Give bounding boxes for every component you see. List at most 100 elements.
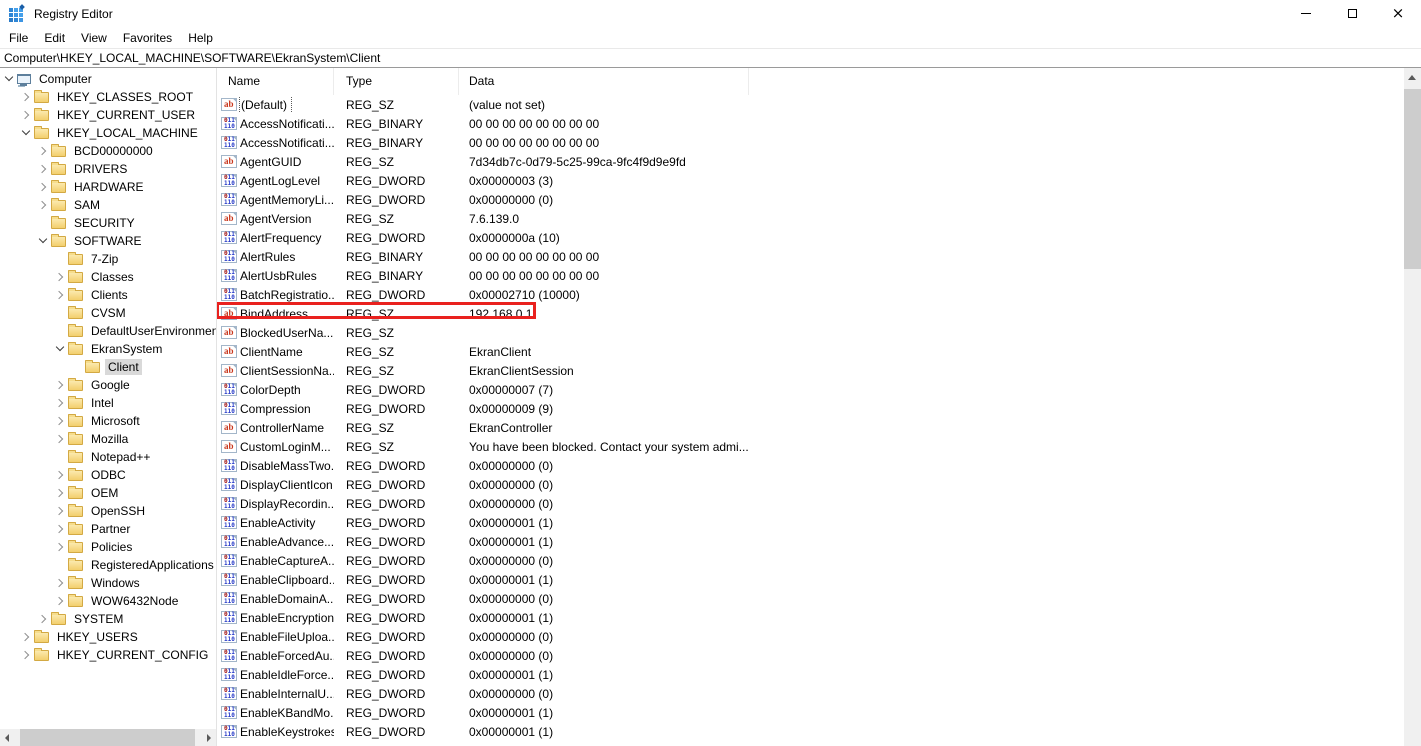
value-row[interactable]: BindAddress REG_SZ 192.168.0.1 (217, 304, 1404, 323)
tree-item[interactable]: Notepad++ (0, 448, 216, 466)
expand-chevron-icon[interactable] (3, 73, 15, 85)
value-row[interactable]: 0 EnableDomainA... REG_DWORD 0x00000000 … (217, 589, 1404, 608)
scroll-up-arrow-icon[interactable] (1404, 68, 1421, 86)
tree-item[interactable]: BCD00000000 (0, 142, 216, 160)
vscroll-thumb[interactable] (1404, 89, 1421, 269)
value-row[interactable]: 0 ColorDepth REG_DWORD 0x00000007 (7) (217, 380, 1404, 399)
expand-chevron-icon[interactable] (20, 109, 32, 121)
menu-favorites[interactable]: Favorites (115, 29, 180, 47)
expand-chevron-icon[interactable] (54, 451, 66, 463)
expand-chevron-icon[interactable] (54, 343, 66, 355)
expand-chevron-icon[interactable] (54, 253, 66, 265)
value-row[interactable]: 0 EnableClipboard... REG_DWORD 0x0000000… (217, 570, 1404, 589)
tree-item[interactable]: Partner (0, 520, 216, 538)
tree-item[interactable]: Mozilla (0, 430, 216, 448)
tree-horizontal-scrollbar[interactable] (0, 729, 216, 746)
value-row[interactable]: ControllerName REG_SZ EkranController (217, 418, 1404, 437)
menu-help[interactable]: Help (180, 29, 221, 47)
expand-chevron-icon[interactable] (54, 541, 66, 553)
value-row[interactable]: 0 EnableKeystrokes REG_DWORD 0x00000001 … (217, 722, 1404, 741)
menu-view[interactable]: View (73, 29, 115, 47)
expand-chevron-icon[interactable] (37, 145, 49, 157)
expand-chevron-icon[interactable] (37, 217, 49, 229)
expand-chevron-icon[interactable] (71, 361, 83, 373)
tree-item[interactable]: Intel (0, 394, 216, 412)
tree-item[interactable]: SYSTEM (0, 610, 216, 628)
expand-chevron-icon[interactable] (54, 289, 66, 301)
expand-chevron-icon[interactable] (54, 523, 66, 535)
expand-chevron-icon[interactable] (20, 127, 32, 139)
value-row[interactable]: 0 AccessNotificati... REG_BINARY 00 00 0… (217, 114, 1404, 133)
scroll-left-arrow-icon[interactable] (0, 729, 15, 746)
tree-item[interactable]: HKEY_CURRENT_USER (0, 106, 216, 124)
value-row[interactable]: 0 BatchRegistratio... REG_DWORD 0x000027… (217, 285, 1404, 304)
tree-item[interactable]: Computer (0, 70, 216, 88)
menu-edit[interactable]: Edit (36, 29, 73, 47)
tree-item[interactable]: Classes (0, 268, 216, 286)
scroll-right-arrow-icon[interactable] (201, 729, 216, 746)
tree-item[interactable]: HKEY_LOCAL_MACHINE (0, 124, 216, 142)
tree-item[interactable]: HKEY_CLASSES_ROOT (0, 88, 216, 106)
value-row[interactable]: 0 EnableForcedAu... REG_DWORD 0x00000000… (217, 646, 1404, 665)
value-row[interactable]: 0 EnableIdleForce... REG_DWORD 0x0000000… (217, 665, 1404, 684)
column-header-name[interactable]: Name (217, 68, 334, 95)
tree-item[interactable]: Microsoft (0, 412, 216, 430)
value-row[interactable]: AgentVersion REG_SZ 7.6.139.0 (217, 209, 1404, 228)
minimize-button[interactable] (1283, 0, 1329, 27)
expand-chevron-icon[interactable] (37, 613, 49, 625)
tree-item[interactable]: Client (0, 358, 216, 376)
column-header-data[interactable]: Data (459, 68, 749, 95)
value-row[interactable]: 0 EnableActivity REG_DWORD 0x00000001 (1… (217, 513, 1404, 532)
value-row[interactable]: 0 EnableKBandMo... REG_DWORD 0x00000001 … (217, 703, 1404, 722)
maximize-button[interactable] (1329, 0, 1375, 27)
value-row[interactable]: ClientName REG_SZ EkranClient (217, 342, 1404, 361)
expand-chevron-icon[interactable] (37, 181, 49, 193)
expand-chevron-icon[interactable] (37, 235, 49, 247)
tree-item[interactable]: SECURITY (0, 214, 216, 232)
tree-item[interactable]: OEM (0, 484, 216, 502)
value-row[interactable]: 0 EnableAdvance... REG_DWORD 0x00000001 … (217, 532, 1404, 551)
value-row[interactable]: 0 AccessNotificati... REG_BINARY 00 00 0… (217, 133, 1404, 152)
value-row[interactable]: 0 AlertUsbRules REG_BINARY 00 00 00 00 0… (217, 266, 1404, 285)
tree-item[interactable]: Google (0, 376, 216, 394)
expand-chevron-icon[interactable] (54, 379, 66, 391)
column-header-type[interactable]: Type (334, 68, 459, 95)
expand-chevron-icon[interactable] (54, 595, 66, 607)
value-row[interactable]: 0 AlertFrequency REG_DWORD 0x0000000a (1… (217, 228, 1404, 247)
value-row[interactable]: 0 DisableMassTwo... REG_DWORD 0x00000000… (217, 456, 1404, 475)
expand-chevron-icon[interactable] (54, 559, 66, 571)
menu-file[interactable]: File (1, 29, 36, 47)
tree-item[interactable]: EkranSystem (0, 340, 216, 358)
value-row[interactable]: 0 AgentLogLevel REG_DWORD 0x00000003 (3) (217, 171, 1404, 190)
expand-chevron-icon[interactable] (54, 325, 66, 337)
tree-item[interactable]: HARDWARE (0, 178, 216, 196)
expand-chevron-icon[interactable] (54, 397, 66, 409)
tree-hscroll-thumb[interactable] (20, 729, 195, 746)
tree-item[interactable]: 7-Zip (0, 250, 216, 268)
expand-chevron-icon[interactable] (20, 91, 32, 103)
value-row[interactable]: 0 DisplayClientIcon REG_DWORD 0x00000000… (217, 475, 1404, 494)
value-row[interactable]: 0 AlertRules REG_BINARY 00 00 00 00 00 0… (217, 247, 1404, 266)
tree-item[interactable]: OpenSSH (0, 502, 216, 520)
tree-item[interactable]: RegisteredApplications (0, 556, 216, 574)
tree-item[interactable]: DefaultUserEnvironmen (0, 322, 216, 340)
value-row[interactable]: (Default) REG_SZ (value not set) (217, 95, 1404, 114)
tree-item[interactable]: Clients (0, 286, 216, 304)
value-row[interactable]: 0 EnableEncryption REG_DWORD 0x00000001 … (217, 608, 1404, 627)
expand-chevron-icon[interactable] (54, 487, 66, 499)
value-row[interactable]: CustomLoginM... REG_SZ You have been blo… (217, 437, 1404, 456)
tree-item[interactable]: CVSM (0, 304, 216, 322)
close-button[interactable]: × (1375, 0, 1421, 27)
tree-item[interactable]: SOFTWARE (0, 232, 216, 250)
expand-chevron-icon[interactable] (54, 415, 66, 427)
tree-item[interactable]: HKEY_CURRENT_CONFIG (0, 646, 216, 664)
expand-chevron-icon[interactable] (54, 433, 66, 445)
expand-chevron-icon[interactable] (54, 307, 66, 319)
tree-item[interactable]: Policies (0, 538, 216, 556)
tree-item[interactable]: ODBC (0, 466, 216, 484)
tree-item[interactable]: DRIVERS (0, 160, 216, 178)
expand-chevron-icon[interactable] (37, 163, 49, 175)
tree-item[interactable]: WOW6432Node (0, 592, 216, 610)
expand-chevron-icon[interactable] (20, 649, 32, 661)
value-row[interactable]: 0 EnableInternalU... REG_DWORD 0x0000000… (217, 684, 1404, 703)
